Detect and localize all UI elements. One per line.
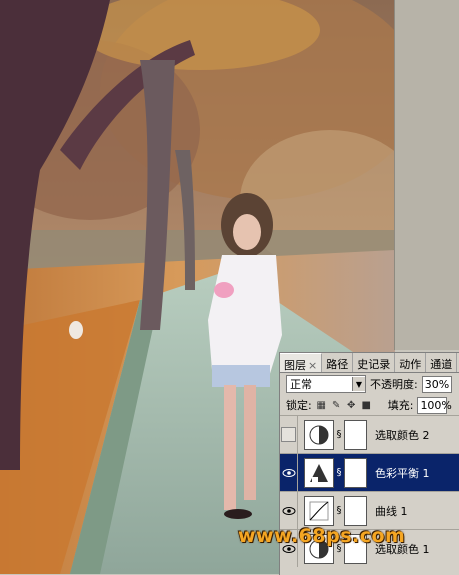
blend-mode-value: 正常 — [290, 378, 312, 391]
eye-icon — [282, 506, 295, 515]
tab-layers[interactable]: 图层 × — [280, 353, 323, 372]
tab-actions[interactable]: 动作 — [395, 353, 427, 372]
lock-all-icon[interactable]: ■ — [361, 400, 372, 411]
tab-channels[interactable]: 通道 — [426, 353, 458, 372]
layer-mask-thumb[interactable] — [344, 457, 367, 488]
layer-mask-thumb[interactable] — [344, 419, 367, 450]
tab-label: 史记录 — [357, 358, 391, 371]
lock-row: 锁定: ▦ ✎ ✥ ■ 填充: 100% — [280, 395, 459, 415]
layer-name: 曲线 1 — [375, 504, 408, 518]
blend-mode-select[interactable]: 正常 ▼ — [286, 375, 366, 393]
layer-name: 选取颜色 2 — [375, 428, 430, 442]
lock-transparent-icon[interactable]: ▦ — [316, 400, 327, 411]
visibility-toggle[interactable] — [280, 454, 298, 491]
opacity-input[interactable]: 30% — [421, 375, 452, 393]
link-icon: § — [336, 505, 342, 516]
layer-name: 色彩平衡 1 — [375, 466, 430, 480]
panel-tabs: 图层 × 路径 史记录 动作 通道 — [280, 353, 459, 373]
fill-input[interactable]: 100% — [417, 396, 452, 414]
close-icon[interactable]: × — [308, 359, 317, 372]
canvas-background — [394, 0, 459, 350]
blend-row: 正常 ▼ 不透明度: 30% — [280, 373, 459, 395]
link-icon: § — [336, 467, 342, 478]
lock-move-icon[interactable]: ✥ — [346, 400, 357, 411]
link-icon: § — [336, 429, 342, 440]
eye-icon — [282, 468, 295, 477]
fill-label: 填充: — [387, 399, 414, 412]
layer-row-selected[interactable]: § 色彩平衡 1 — [280, 453, 459, 491]
tab-paths[interactable]: 路径 — [322, 353, 354, 372]
opacity-label: 不透明度: — [370, 378, 418, 391]
layer-row[interactable]: § 选取颜色 2 — [280, 415, 459, 453]
lock-paint-icon[interactable]: ✎ — [331, 400, 342, 411]
layer-mask-thumb[interactable] — [344, 495, 367, 526]
visibility-toggle[interactable] — [280, 492, 298, 529]
lock-label: 锁定: — [286, 399, 312, 412]
tab-label: 图层 — [284, 359, 306, 372]
tab-history[interactable]: 史记录 — [353, 353, 396, 372]
tab-label: 动作 — [399, 358, 422, 371]
chevron-down-icon[interactable]: ▼ — [352, 377, 365, 391]
tab-label: 通道 — [430, 358, 453, 371]
curves-icon — [304, 495, 334, 526]
selective-color-icon — [304, 419, 334, 450]
hidden-eye-icon — [281, 427, 296, 442]
layer-row[interactable]: § 曲线 1 — [280, 491, 459, 529]
tab-label: 路径 — [326, 358, 349, 371]
color-balance-icon — [304, 457, 334, 488]
visibility-toggle[interactable] — [280, 416, 298, 453]
watermark-text: www.68ps.com — [238, 525, 406, 547]
